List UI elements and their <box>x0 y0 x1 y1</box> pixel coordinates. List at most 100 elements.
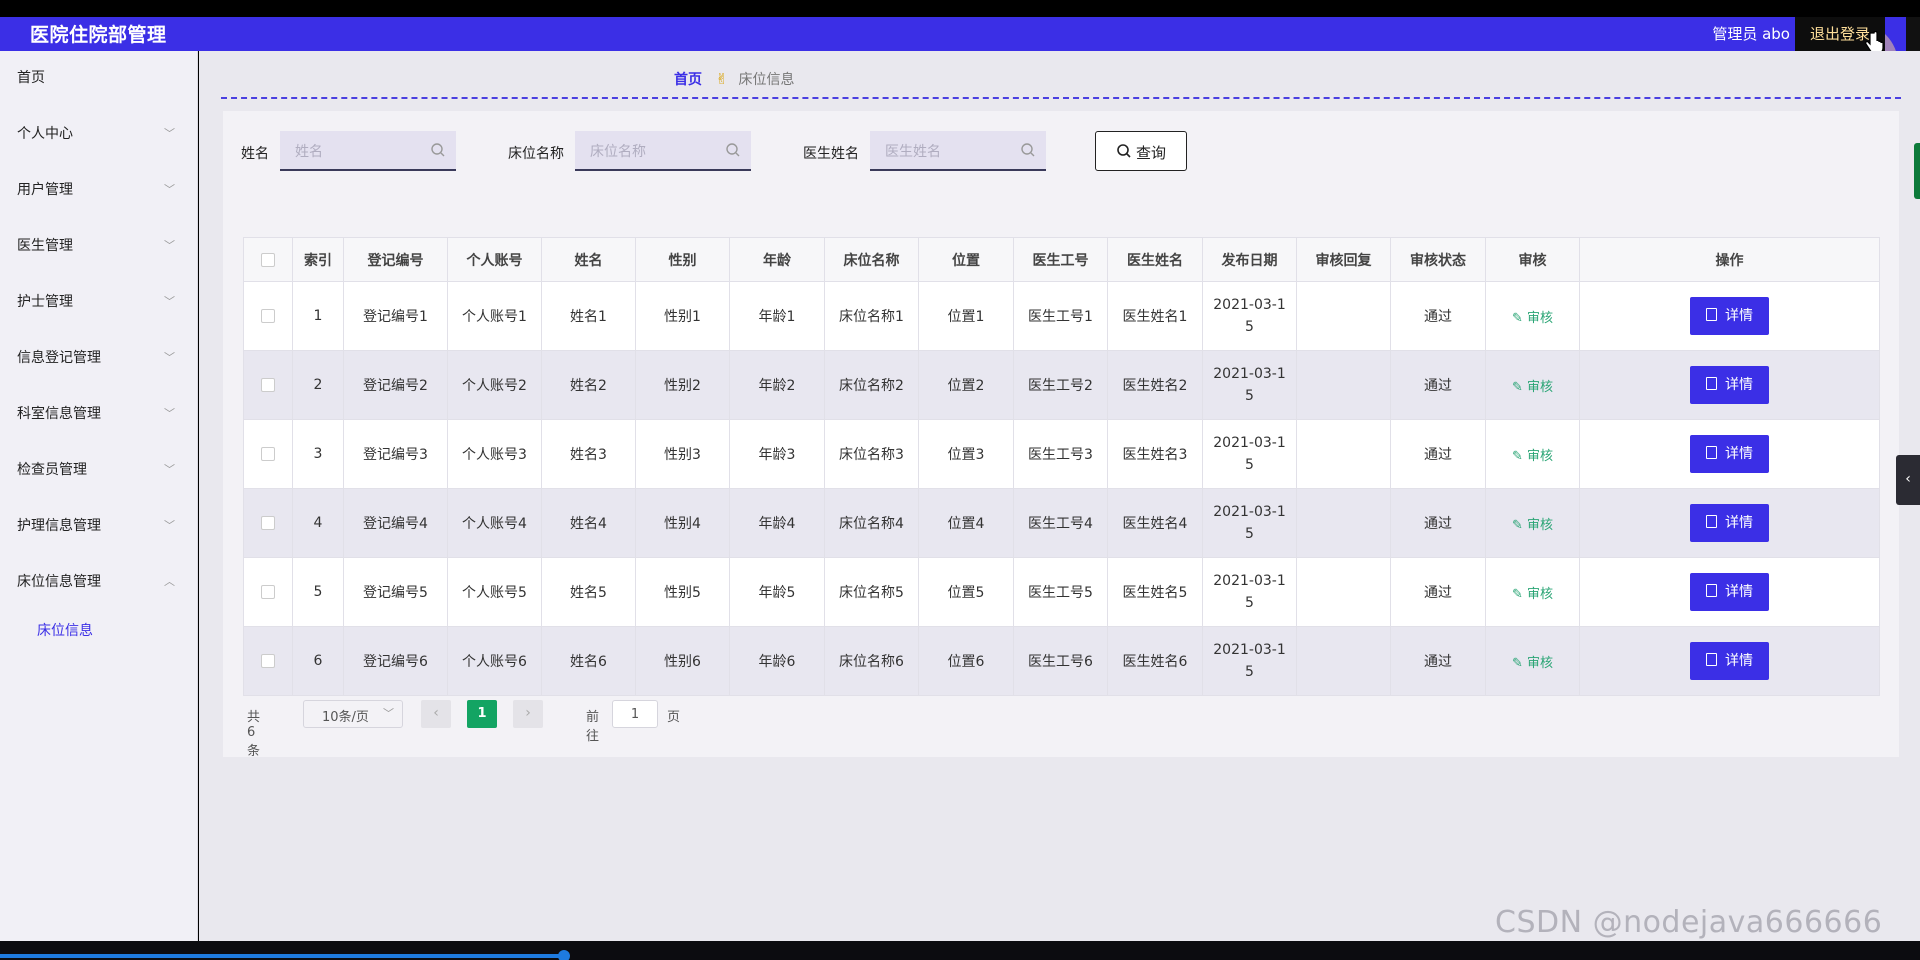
chevron-down-icon: ﹀ <box>164 127 175 140</box>
audit-link[interactable]: ✎ 审核 <box>1512 656 1553 671</box>
detail-button[interactable]: 详情 <box>1690 642 1769 680</box>
sidebar-item-nurse-management[interactable]: 护士管理 ﹀ <box>0 274 197 330</box>
progress-knob[interactable] <box>558 950 570 960</box>
table-row: 2 登记编号2 个人账号2 姓名2 性别2 年龄2 床位名称2 位置2 医生工号2 医生姓名2 20… <box>243 350 1880 420</box>
column-header: 操作 <box>1579 237 1880 282</box>
name-search-input[interactable]: 姓名 <box>280 131 456 171</box>
cell-doc-name: 医生姓名6 <box>1107 626 1203 696</box>
cell-audit: ✎ 审核 <box>1485 419 1580 489</box>
name-search-label: 姓名 <box>241 146 269 162</box>
row-checkbox[interactable] <box>261 447 275 461</box>
column-header: 床位名称 <box>824 237 919 282</box>
page-number-current[interactable]: 1 <box>467 700 497 728</box>
cell-reply <box>1296 419 1391 489</box>
cell-reg-no: 登记编号5 <box>343 557 448 627</box>
cell-account: 个人账号3 <box>447 419 542 489</box>
search-icon <box>726 143 740 157</box>
select-all-cell[interactable] <box>243 237 293 282</box>
row-checkbox[interactable] <box>261 585 275 599</box>
chevron-down-icon: ﹀ <box>164 183 175 196</box>
select-all-checkbox[interactable] <box>261 252 275 267</box>
detail-label: 详情 <box>1725 515 1753 531</box>
detail-button[interactable]: 详情 <box>1690 435 1769 473</box>
cell-account: 个人账号1 <box>447 281 542 351</box>
bed-search-input[interactable]: 床位名称 <box>575 131 751 171</box>
document-icon <box>1706 446 1717 459</box>
row-checkbox[interactable] <box>261 378 275 392</box>
audit-link[interactable]: ✎ 审核 <box>1512 449 1553 464</box>
sidebar-item-label: 首页 <box>17 70 45 86</box>
cell-age: 年龄5 <box>729 557 825 627</box>
row-checkbox[interactable] <box>261 654 275 668</box>
sidebar-item-inspector-management[interactable]: 检查员管理 ﹀ <box>0 442 197 498</box>
cell-gender: 性别5 <box>635 557 730 627</box>
row-checkbox[interactable] <box>261 516 275 530</box>
chevron-down-icon: ﹀ <box>164 407 175 420</box>
cell-bed: 床位名称3 <box>824 419 919 489</box>
cell-reply <box>1296 350 1391 420</box>
cell-bed: 床位名称5 <box>824 557 919 627</box>
table-row: 6 登记编号6 个人账号6 姓名6 性别6 年龄6 床位名称6 位置6 医生工号6 医生姓名6 20… <box>243 626 1880 696</box>
audit-link[interactable]: ✎ 审核 <box>1512 380 1553 395</box>
cell-doc-name: 医生姓名3 <box>1107 419 1203 489</box>
document-icon <box>1706 377 1717 390</box>
cell-date: 2021-03-1 5 <box>1202 281 1297 351</box>
audit-link[interactable]: ✎ 审核 <box>1512 587 1553 602</box>
table-row: 5 登记编号5 个人账号5 姓名5 性别5 年龄5 床位名称5 位置5 医生工号5 医生姓名5 20… <box>243 557 1880 627</box>
cell-bed: 床位名称6 <box>824 626 919 696</box>
cell-action: 详情 <box>1579 557 1880 627</box>
breadcrumb-home[interactable]: 首页 <box>674 72 702 88</box>
row-select-cell[interactable] <box>243 557 293 627</box>
pen-icon: ✎ <box>1512 586 1523 602</box>
page-size-select[interactable]: 10条/页 ﹀ <box>303 700 403 728</box>
detail-button[interactable]: 详情 <box>1690 366 1769 404</box>
cell-index: 6 <box>292 626 344 696</box>
cell-status: 通过 <box>1390 281 1486 351</box>
doctor-search-input[interactable]: 医生姓名 <box>870 131 1046 171</box>
audit-label: 审核 <box>1526 655 1553 671</box>
sidebar-item-personal-center[interactable]: 个人中心 ﹀ <box>0 106 197 162</box>
cell-status: 通过 <box>1390 350 1486 420</box>
audit-link[interactable]: ✎ 审核 <box>1512 311 1553 326</box>
content-panel: 姓名 姓名 床位名称 床位名称 医生姓名 医生姓名 查询 索引 登记编号 个人账… <box>223 111 1899 759</box>
cell-audit: ✎ 审核 <box>1485 350 1580 420</box>
row-select-cell[interactable] <box>243 281 293 351</box>
document-icon <box>1706 653 1717 666</box>
sidebar-item-department-management[interactable]: 科室信息管理 ﹀ <box>0 386 197 442</box>
audit-link[interactable]: ✎ 审核 <box>1512 518 1553 533</box>
row-select-cell[interactable] <box>243 419 293 489</box>
search-icon <box>431 143 445 157</box>
sidebar-subitem-bed-info[interactable]: 床位信息 <box>0 610 197 652</box>
audit-label: 审核 <box>1526 310 1553 326</box>
cell-bed: 床位名称2 <box>824 350 919 420</box>
cell-date: 2021-03-1 5 <box>1202 557 1297 627</box>
prev-page-button[interactable]: ‹ <box>421 700 451 728</box>
query-button[interactable]: 查询 <box>1095 131 1187 171</box>
sidebar-item-registration-management[interactable]: 信息登记管理 ﹀ <box>0 330 197 386</box>
sidebar-item-home[interactable]: 首页 <box>0 51 197 106</box>
next-page-button[interactable]: › <box>513 700 543 728</box>
column-header: 审核回复 <box>1296 237 1391 282</box>
cell-index: 2 <box>292 350 344 420</box>
chevron-down-icon: ﹀ <box>383 707 394 720</box>
row-checkbox[interactable] <box>261 309 275 323</box>
bed-search-label: 床位名称 <box>508 146 564 162</box>
cell-status: 通过 <box>1390 419 1486 489</box>
sidebar-item-bed-management[interactable]: 床位信息管理 ︿ <box>0 554 197 610</box>
row-select-cell[interactable] <box>243 350 293 420</box>
progress-fill <box>0 954 566 958</box>
row-select-cell[interactable] <box>243 626 293 696</box>
row-select-cell[interactable] <box>243 488 293 558</box>
sidebar-item-user-management[interactable]: 用户管理 ﹀ <box>0 162 197 218</box>
column-header: 年龄 <box>729 237 825 282</box>
goto-page-input[interactable]: 1 <box>612 700 658 728</box>
sidebar-item-nursing-management[interactable]: 护理信息管理 ﹀ <box>0 498 197 554</box>
cell-position: 位置6 <box>918 626 1014 696</box>
sidebar-item-doctor-management[interactable]: 医生管理 ﹀ <box>0 218 197 274</box>
detail-button[interactable]: 详情 <box>1690 573 1769 611</box>
detail-button[interactable]: 详情 <box>1690 504 1769 542</box>
detail-button[interactable]: 详情 <box>1690 297 1769 335</box>
query-button-label: 查询 <box>1136 145 1167 162</box>
cell-status: 通过 <box>1390 626 1486 696</box>
side-panel-toggle[interactable]: ‹ <box>1896 455 1920 505</box>
